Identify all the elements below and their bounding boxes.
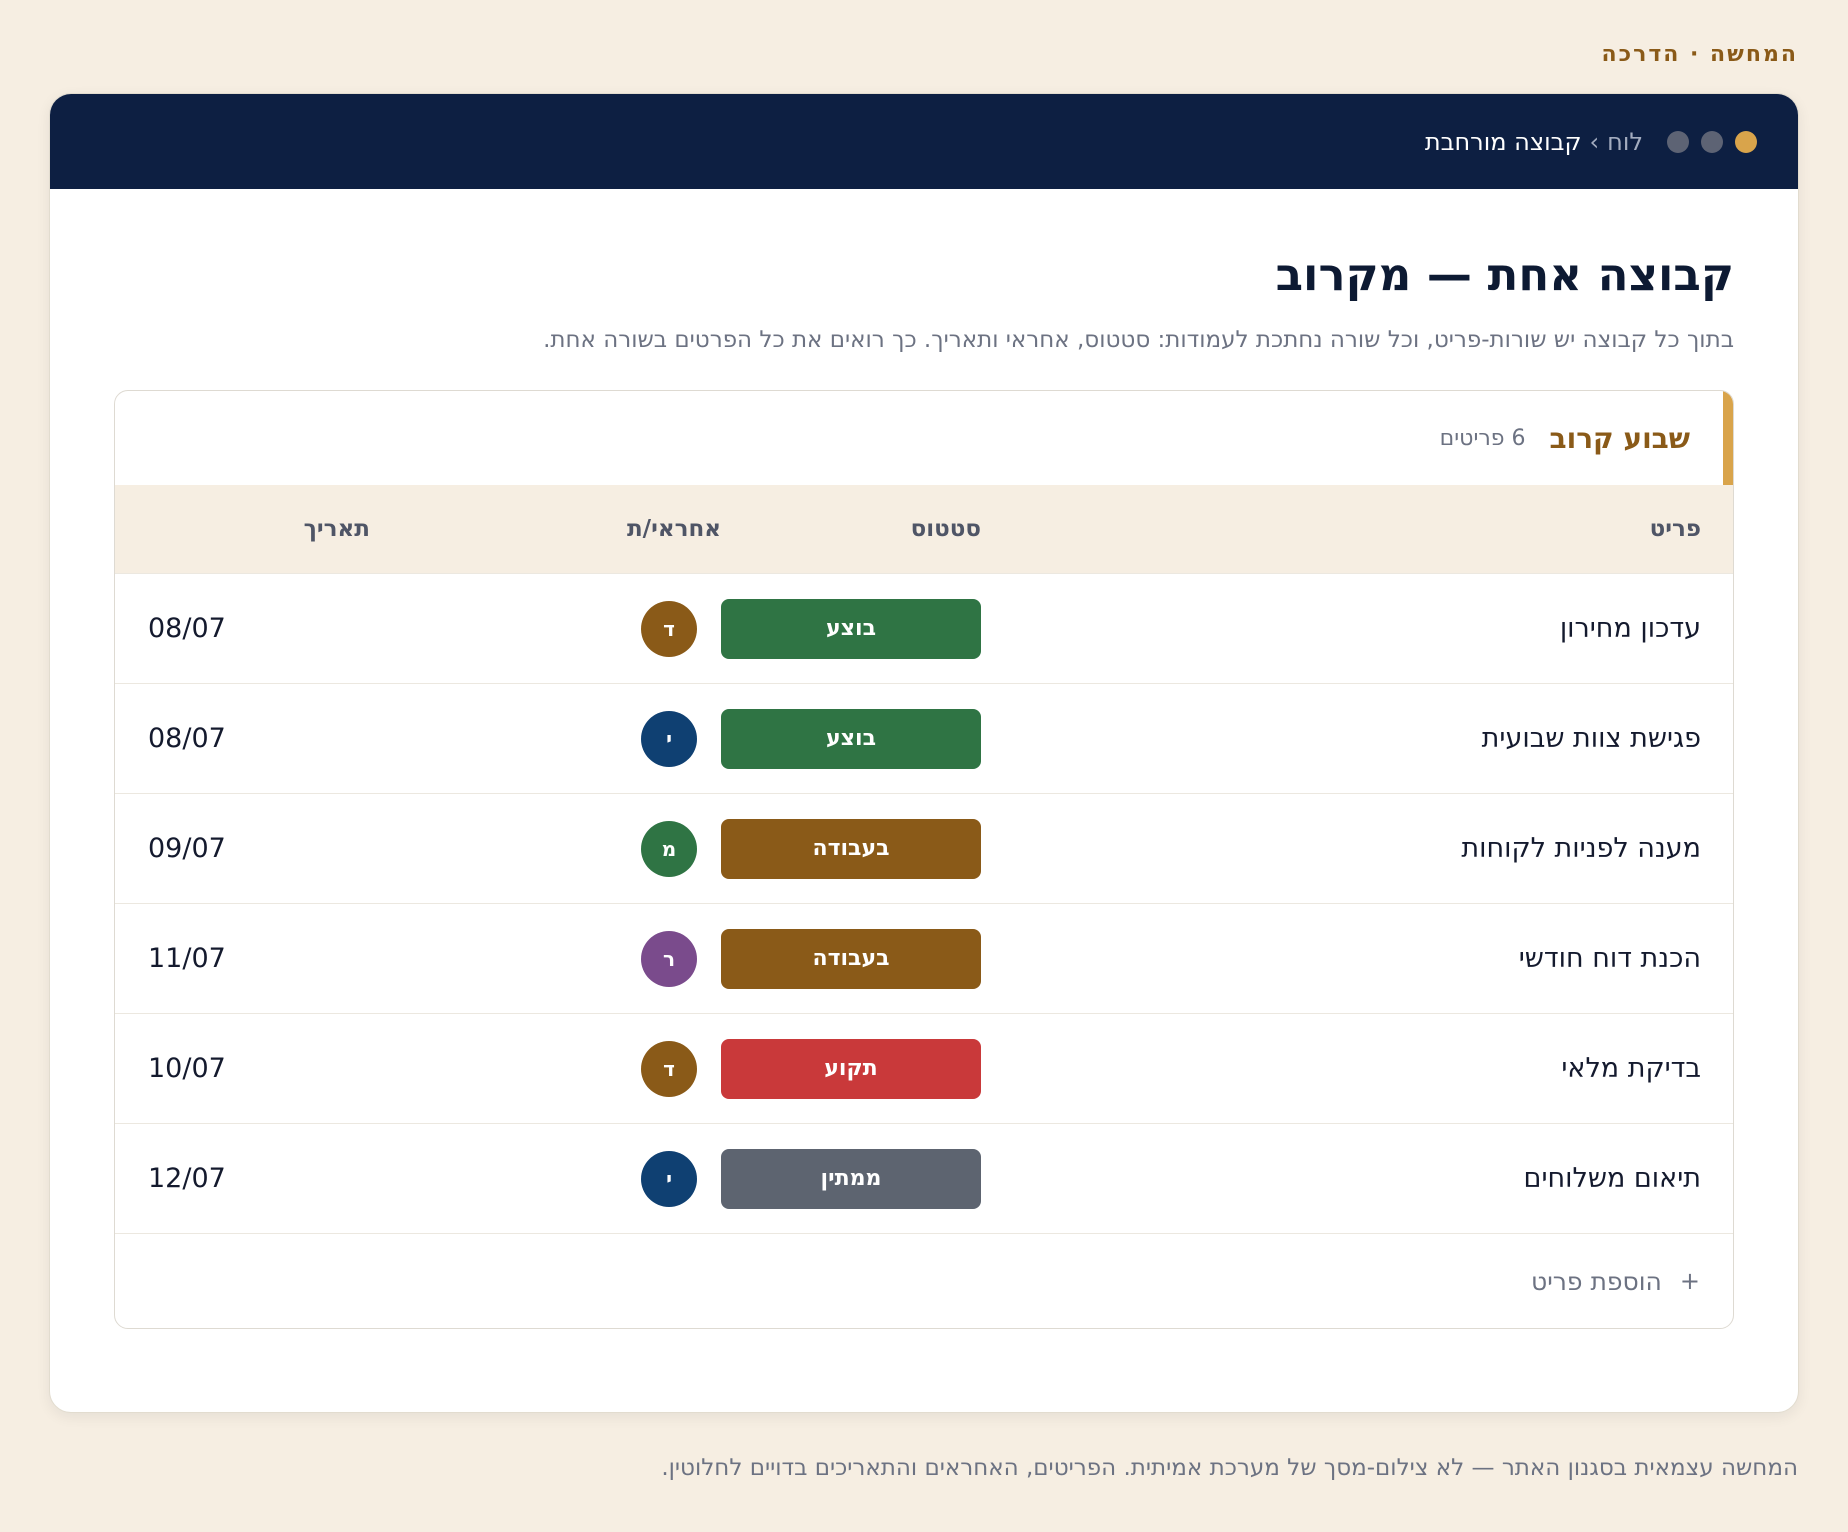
date-cell[interactable]: 08/07 (115, 613, 436, 644)
table-row[interactable]: פגישת צוות שבועית בוצע י 08/07 (115, 683, 1733, 793)
status-badge[interactable]: בעבודה (721, 818, 981, 879)
avatar[interactable]: ר (641, 930, 697, 987)
table-body: עדכון מחירון בוצע ד 08/07 פגישת צוות שבו… (115, 573, 1733, 1233)
status-badge[interactable]: בוצע (721, 708, 981, 769)
column-header-status[interactable]: סטטוס (721, 516, 981, 542)
plus-icon: + (1679, 1267, 1700, 1295)
eyebrow-label: המחשה · הדרכה (1601, 42, 1798, 67)
item-name[interactable]: תיאום משלוחים (981, 1163, 1733, 1194)
status-badge[interactable]: תקוע (721, 1038, 981, 1099)
owner-cell: י (436, 710, 721, 767)
item-name[interactable]: בדיקת מלאי (981, 1053, 1733, 1084)
date-cell[interactable]: 10/07 (115, 1053, 436, 1084)
table-row[interactable]: תיאום משלוחים ממתין י 12/07 (115, 1123, 1733, 1233)
item-name[interactable]: עדכון מחירון (981, 613, 1733, 644)
status-cell: תקוע (721, 1038, 981, 1099)
window-dot-icon[interactable] (1667, 130, 1689, 153)
status-badge[interactable]: בוצע (721, 598, 981, 659)
item-name[interactable]: הכנת דוח חודשי (981, 943, 1733, 974)
date-cell[interactable]: 09/07 (115, 833, 436, 864)
avatar[interactable]: י (641, 710, 697, 767)
add-item-button[interactable]: + הוספת פריט (115, 1233, 1733, 1328)
breadcrumb: לוח › קבוצה מורחבת (1425, 128, 1643, 156)
add-item-label: הוספת פריט (1531, 1266, 1662, 1296)
status-cell: בעבודה (721, 928, 981, 989)
main-content: קבוצה אחת — מקרוב בתוך כל קבוצה יש שורות… (50, 248, 1798, 1329)
column-header-owner[interactable]: אחראי/ת (436, 516, 721, 542)
table-row[interactable]: מענה לפניות לקוחות בעבודה מ 09/07 (115, 793, 1733, 903)
status-badge[interactable]: ממתין (721, 1148, 981, 1209)
group-card: שבוע קרוב 6 פריטים פריט סטטוס אחראי/ת תא… (114, 390, 1734, 1329)
owner-cell: מ (436, 820, 721, 877)
owner-cell: י (436, 1150, 721, 1207)
table-row[interactable]: הכנת דוח חודשי בעבודה ר 11/07 (115, 903, 1733, 1013)
status-cell: ממתין (721, 1148, 981, 1209)
table-row[interactable]: בדיקת מלאי תקוע ד 10/07 (115, 1013, 1733, 1123)
window-dot-amber-icon[interactable] (1735, 130, 1757, 153)
window-controls (1667, 130, 1757, 153)
breadcrumb-current: קבוצה מורחבת (1424, 127, 1582, 156)
table-header: פריט סטטוס אחראי/ת תאריך (115, 485, 1733, 573)
item-name[interactable]: פגישת צוות שבועית (981, 723, 1733, 754)
owner-cell: ד (436, 600, 721, 657)
status-cell: בוצע (721, 598, 981, 659)
column-header-item[interactable]: פריט (981, 516, 1733, 542)
column-header-date[interactable]: תאריך (115, 516, 436, 542)
window-dot-icon[interactable] (1701, 130, 1723, 153)
footnote: המחשה עצמאית בסגנון האתר — לא צילום-מסך … (661, 1455, 1798, 1481)
window-titlebar: לוח › קבוצה מורחבת (50, 94, 1798, 189)
page-description: בתוך כל קבוצה יש שורות-פריט, וכל שורה נח… (543, 327, 1734, 353)
avatar[interactable]: מ (641, 820, 697, 877)
group-name[interactable]: שבוע קרוב (1550, 422, 1690, 455)
owner-cell: ד (436, 1040, 721, 1097)
breadcrumb-separator: › (1589, 127, 1600, 156)
table-row[interactable]: עדכון מחירון בוצע ד 08/07 (115, 573, 1733, 683)
app-window: לוח › קבוצה מורחבת קבוצה אחת — מקרוב בתו… (49, 93, 1799, 1413)
owner-cell: ר (436, 930, 721, 987)
date-cell[interactable]: 11/07 (115, 943, 436, 974)
avatar[interactable]: י (641, 1150, 697, 1207)
breadcrumb-root[interactable]: לוח (1607, 128, 1643, 156)
group-header[interactable]: שבוע קרוב 6 פריטים (115, 391, 1733, 485)
status-cell: בעבודה (721, 818, 981, 879)
date-cell[interactable]: 12/07 (115, 1163, 436, 1194)
page-title: קבוצה אחת — מקרוב (1275, 248, 1734, 301)
group-item-count: 6 פריטים (1439, 425, 1526, 451)
status-cell: בוצע (721, 708, 981, 769)
avatar[interactable]: ד (641, 1040, 697, 1097)
status-badge[interactable]: בעבודה (721, 928, 981, 989)
item-name[interactable]: מענה לפניות לקוחות (981, 833, 1733, 864)
avatar[interactable]: ד (641, 600, 697, 657)
date-cell[interactable]: 08/07 (115, 723, 436, 754)
